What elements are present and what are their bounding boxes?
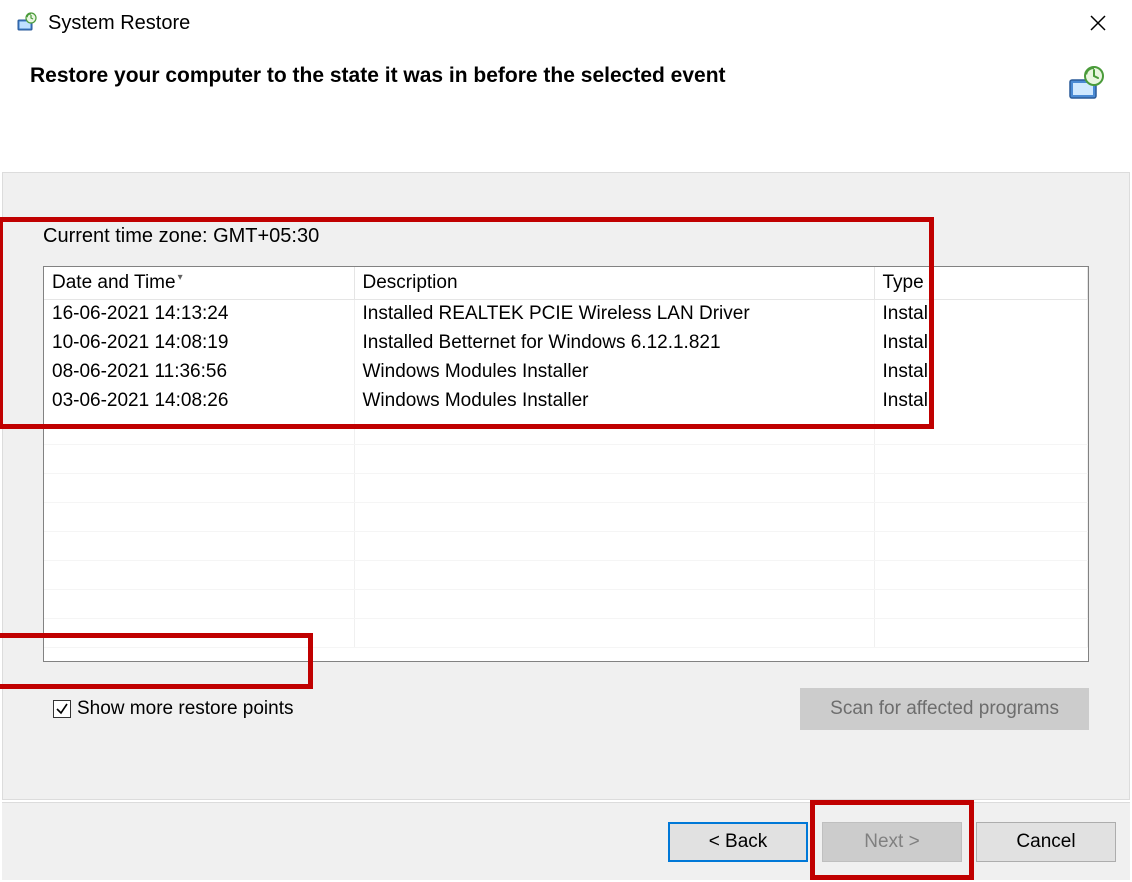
table-row-empty <box>44 502 1088 531</box>
table-row-empty <box>44 473 1088 502</box>
bottom-row: Show more restore points Scan for affect… <box>43 686 1089 732</box>
cell-description: Windows Modules Installer <box>354 386 874 415</box>
sort-desc-icon: ▾ <box>178 272 183 283</box>
table-row-empty <box>44 444 1088 473</box>
system-restore-icon <box>14 11 38 35</box>
cell-datetime: 08-06-2021 11:36:56 <box>44 357 354 386</box>
cell-type: Install <box>874 299 1088 328</box>
back-button[interactable]: < Back <box>668 822 808 862</box>
table-row[interactable]: 16-06-2021 14:13:24Installed REALTEK PCI… <box>44 299 1088 328</box>
table-row-empty <box>44 589 1088 618</box>
close-button[interactable] <box>1078 8 1118 38</box>
cell-datetime: 03-06-2021 14:08:26 <box>44 386 354 415</box>
system-restore-window: System Restore Restore your computer to … <box>0 0 1132 882</box>
wizard-button-bar: < Back Next > Cancel <box>2 802 1130 880</box>
table-row-empty <box>44 531 1088 560</box>
cell-type: Install <box>874 386 1088 415</box>
cell-datetime: 10-06-2021 14:08:19 <box>44 328 354 357</box>
show-more-checkbox[interactable] <box>53 700 71 718</box>
cell-type: Install <box>874 328 1088 357</box>
col-datetime[interactable]: Date and Time▾ <box>44 267 354 299</box>
table-row[interactable]: 08-06-2021 11:36:56Windows Modules Insta… <box>44 357 1088 386</box>
table-row[interactable]: 03-06-2021 14:08:26Windows Modules Insta… <box>44 386 1088 415</box>
cell-description: Windows Modules Installer <box>354 357 874 386</box>
next-button[interactable]: Next > <box>822 822 962 862</box>
cancel-button[interactable]: Cancel <box>976 822 1116 862</box>
restore-points-table[interactable]: Date and Time▾ Description Type 16-06-20… <box>44 267 1088 648</box>
table-row-empty <box>44 618 1088 647</box>
header-row: Restore your computer to the state it wa… <box>0 42 1132 106</box>
col-description[interactable]: Description <box>354 267 874 299</box>
content-area: Current time zone: GMT+05:30 Date and Ti… <box>2 172 1130 800</box>
cell-datetime: 16-06-2021 14:13:24 <box>44 299 354 328</box>
table-row[interactable]: 10-06-2021 14:08:19Installed Betternet f… <box>44 328 1088 357</box>
table-row-empty <box>44 560 1088 589</box>
cell-description: Installed REALTEK PCIE Wireless LAN Driv… <box>354 299 874 328</box>
scan-affected-button[interactable]: Scan for affected programs <box>800 688 1089 730</box>
restore-large-icon <box>1064 64 1106 106</box>
col-datetime-label: Date and Time <box>52 272 176 293</box>
cell-description: Installed Betternet for Windows 6.12.1.8… <box>354 328 874 357</box>
table-row-empty <box>44 415 1088 444</box>
show-more-checkbox-label: Show more restore points <box>77 698 294 720</box>
col-type[interactable]: Type <box>874 267 1088 299</box>
timezone-label: Current time zone: GMT+05:30 <box>43 225 1089 248</box>
titlebar: System Restore <box>0 0 1132 42</box>
cell-type: Install <box>874 357 1088 386</box>
show-more-checkbox-wrap[interactable]: Show more restore points <box>43 686 312 732</box>
window-title: System Restore <box>48 12 1078 35</box>
restore-points-table-wrap: Date and Time▾ Description Type 16-06-20… <box>43 266 1089 662</box>
page-heading: Restore your computer to the state it wa… <box>30 64 1064 88</box>
table-header-row: Date and Time▾ Description Type <box>44 267 1088 299</box>
